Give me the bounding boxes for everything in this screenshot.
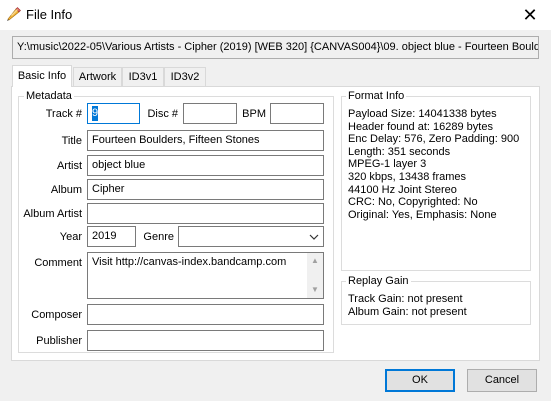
comment-label: Comment xyxy=(34,257,82,269)
comment-value: Visit http://canvas-index.bandcamp.com xyxy=(92,256,287,268)
tab-artwork[interactable]: Artwork xyxy=(73,67,122,87)
disc-label: Disc # xyxy=(147,108,178,120)
format-info-line: Payload Size: 14041338 bytes xyxy=(348,108,497,120)
track-label: Track # xyxy=(45,108,82,120)
replay-gain-group-label: Replay Gain xyxy=(346,275,411,288)
metadata-group-label: Metadata xyxy=(24,90,74,103)
year-label: Year xyxy=(59,231,82,243)
disc-number-input[interactable] xyxy=(183,103,237,124)
composer-input[interactable] xyxy=(87,304,324,325)
replay-gain-line: Album Gain: not present xyxy=(348,305,467,318)
tab-id3v1[interactable]: ID3v1 xyxy=(122,67,164,87)
format-info-line: Original: Yes, Emphasis: None xyxy=(348,208,497,221)
format-info-line: CRC: No, Copyrighted: No xyxy=(348,196,478,209)
album-input[interactable]: Cipher xyxy=(87,179,324,200)
publisher-label: Publisher xyxy=(36,335,82,347)
tab-label: ID3v1 xyxy=(128,71,158,83)
ok-button[interactable]: OK xyxy=(385,369,455,392)
format-info-text: Payload Size: 14041338 bytes Header foun… xyxy=(348,108,519,221)
format-info-line: MPEG-1 layer 3 xyxy=(348,158,427,171)
composer-label: Composer xyxy=(31,309,82,321)
format-info-group-label: Format Info xyxy=(346,90,407,103)
year-input[interactable]: 2019 xyxy=(87,226,136,247)
album-artist-input[interactable] xyxy=(87,203,324,224)
replay-gain-text: Track Gain: not present Album Gain: not … xyxy=(348,293,467,318)
tab-id3v2[interactable]: ID3v2 xyxy=(164,67,206,87)
format-info-line: Header found at: 16289 bytes xyxy=(348,120,493,133)
format-info-line: Length: 351 seconds xyxy=(348,145,451,158)
close-button[interactable]: ✕ xyxy=(519,4,541,26)
cancel-button[interactable]: Cancel xyxy=(467,369,537,392)
comment-textarea[interactable]: Visit http://canvas-index.bandcamp.com ▲… xyxy=(87,252,324,299)
title-bar: File Info ✕ xyxy=(0,0,551,30)
bpm-label: BPM xyxy=(242,108,266,120)
window-title: File Info xyxy=(26,7,73,22)
genre-label: Genre xyxy=(143,231,174,243)
chevron-down-icon xyxy=(308,232,320,242)
replay-gain-line: Track Gain: not present xyxy=(348,293,463,305)
track-number-value: 9 xyxy=(92,106,99,121)
format-info-line: 44100 Hz Joint Stereo xyxy=(348,183,457,196)
genre-dropdown[interactable] xyxy=(178,226,324,247)
scroll-down-icon[interactable]: ▼ xyxy=(307,282,323,298)
track-number-input[interactable]: 9 xyxy=(87,103,140,124)
tab-label: Artwork xyxy=(78,71,117,83)
scroll-up-icon[interactable]: ▲ xyxy=(307,253,323,269)
format-info-line: 320 kbps, 13438 frames xyxy=(348,170,467,183)
tab-label: ID3v2 xyxy=(170,71,200,83)
file-path-field[interactable]: Y:\music\2022-05\Various Artists - Ciphe… xyxy=(12,36,539,59)
artist-label: Artist xyxy=(56,160,82,172)
bpm-input[interactable] xyxy=(270,103,324,124)
tab-label: Basic Info xyxy=(17,70,67,82)
pencil-icon xyxy=(5,6,21,22)
tab-basic-info[interactable]: Basic Info xyxy=(12,65,72,87)
title-label: Title xyxy=(61,135,82,147)
publisher-input[interactable] xyxy=(87,330,324,351)
comment-scrollbar[interactable]: ▲ ▼ xyxy=(307,253,323,298)
album-artist-label: Album Artist xyxy=(23,208,82,220)
album-label: Album xyxy=(50,184,82,196)
format-info-line: Enc Delay: 576, Zero Padding: 900 xyxy=(348,133,520,146)
title-input[interactable]: Fourteen Boulders, Fifteen Stones xyxy=(87,130,324,151)
artist-input[interactable]: object blue xyxy=(87,155,324,176)
